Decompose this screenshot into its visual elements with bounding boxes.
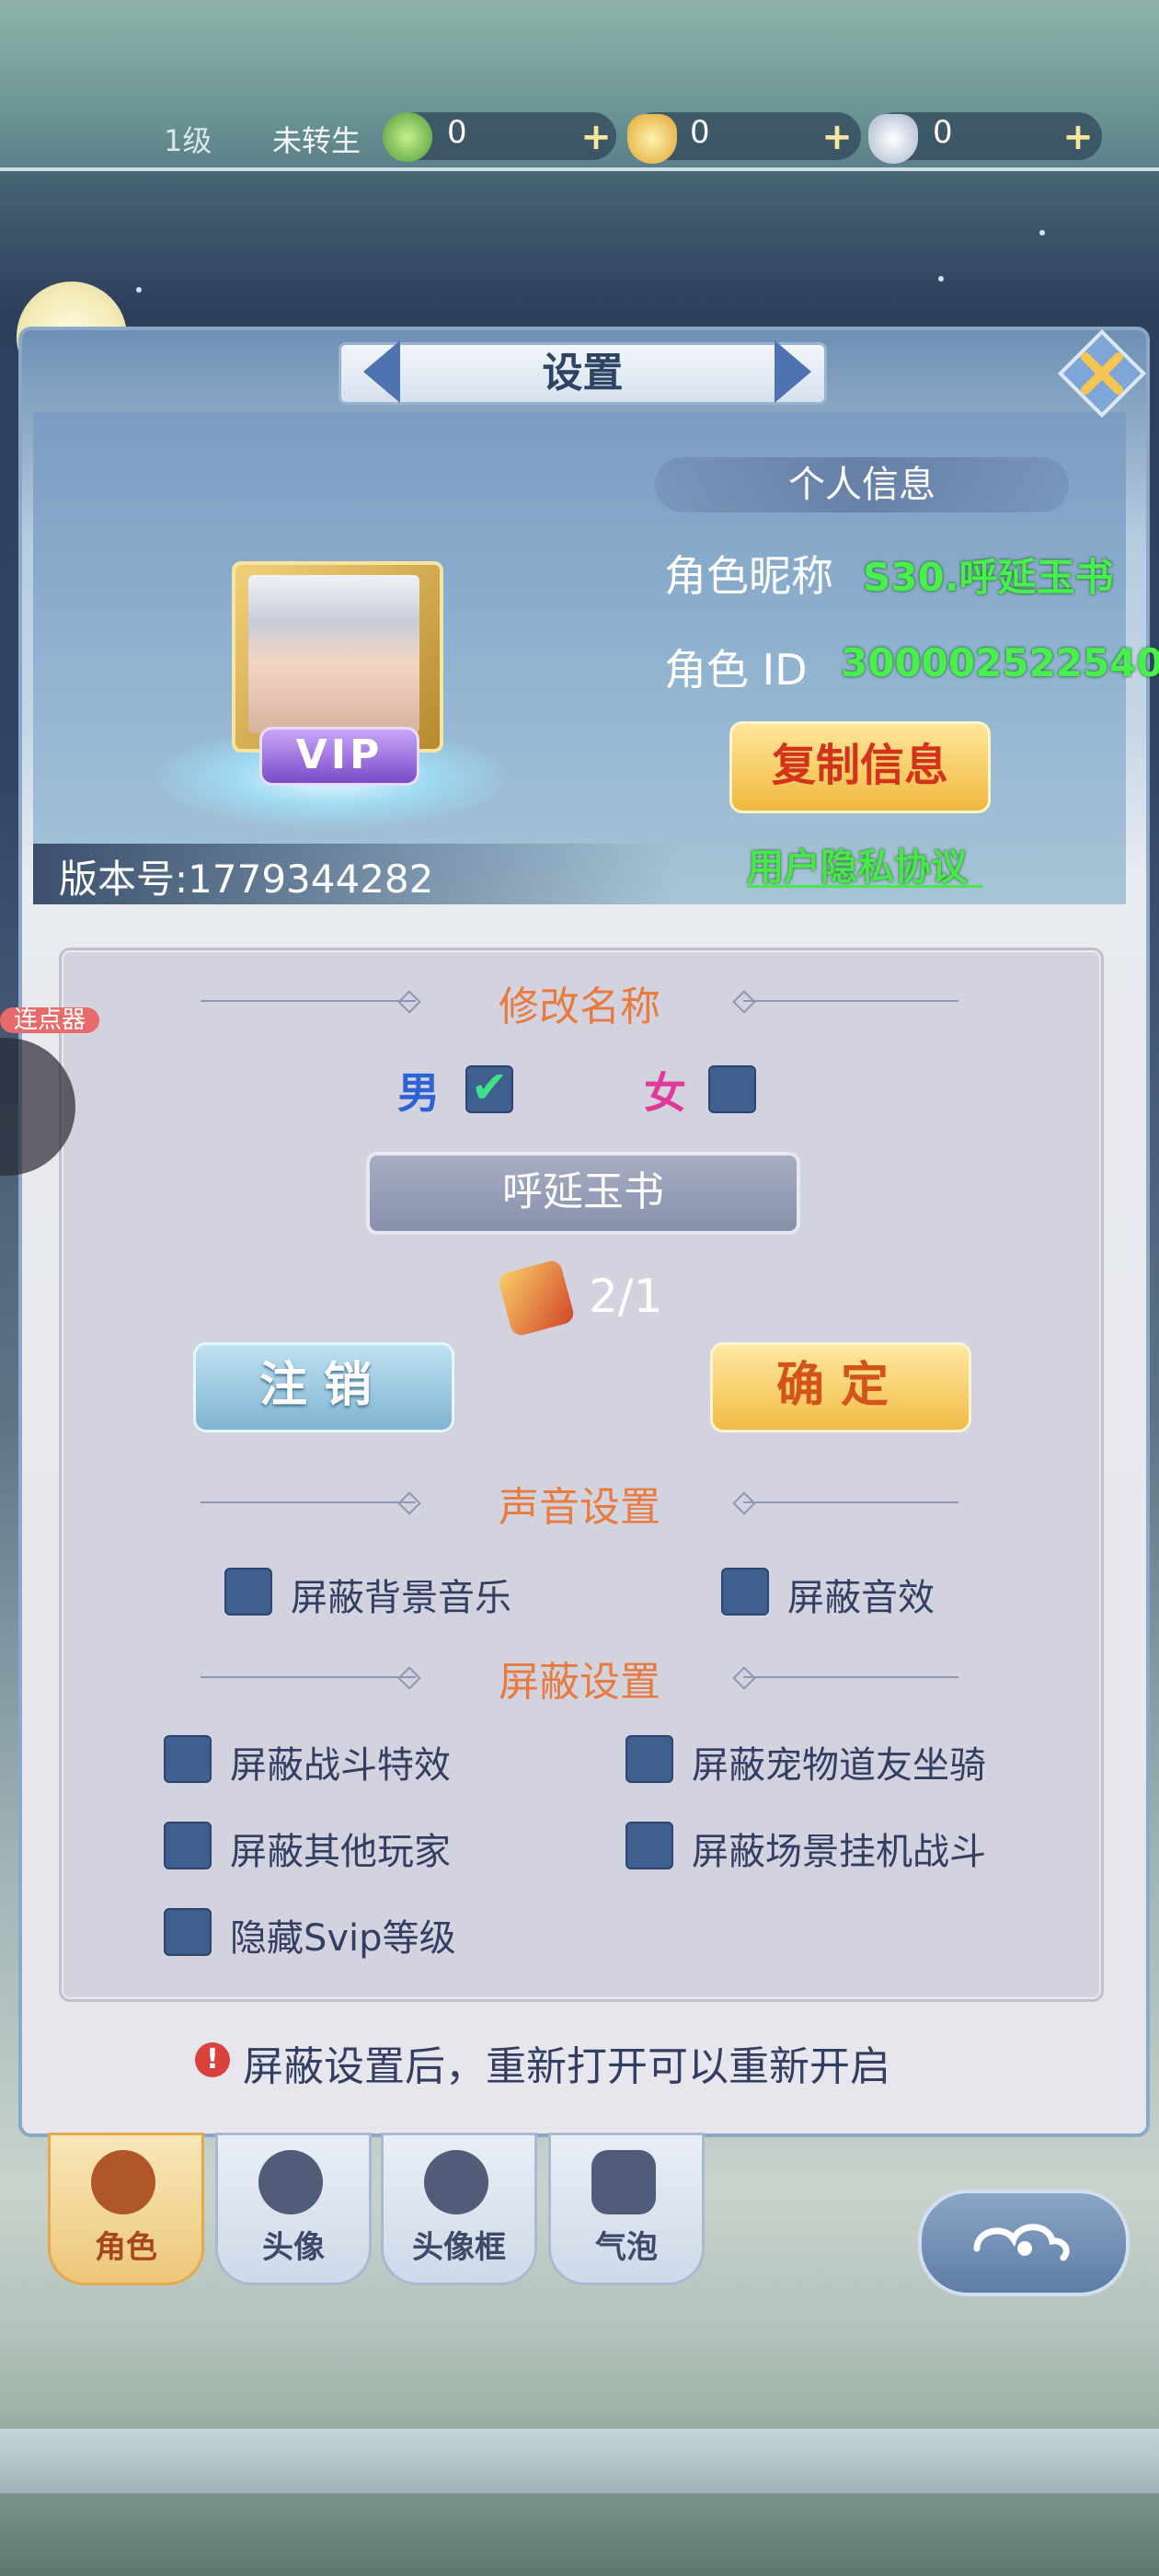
tab-label: 气泡 (595, 2229, 658, 2266)
gender-male-checkbox[interactable]: ✔ (465, 1065, 513, 1113)
mute-bgm-checkbox[interactable] (224, 1568, 272, 1616)
confirm-button[interactable]: 确定 (710, 1342, 971, 1432)
resource-silver-value: 0 (933, 114, 953, 151)
vip-badge: VIP (259, 727, 419, 786)
rename-section-title: 修改名称 (499, 983, 660, 1030)
check-icon: ✔ (471, 1062, 509, 1113)
logout-button[interactable]: 注销 (193, 1342, 454, 1432)
frame-icon (424, 2150, 488, 2214)
panel-title: 设置 (542, 350, 624, 397)
resource-gold-value: 0 (690, 114, 710, 151)
block-other-players-checkbox[interactable] (164, 1822, 212, 1869)
sound-section-title: 声音设置 (499, 1484, 660, 1531)
add-silver-button[interactable]: + (1061, 119, 1095, 155)
mute-sfx-checkbox[interactable] (721, 1568, 769, 1616)
mute-sfx-label: 屏蔽音效 (787, 1577, 935, 1619)
role-id-value: 30000252254000 (841, 640, 1159, 685)
cloud-menu-button[interactable] (918, 2190, 1130, 2296)
block-notice: 屏蔽设置后，重新打开可以重新开启 (243, 2043, 890, 2090)
block-idle-battle-label: 屏蔽场景挂机战斗 (692, 1831, 986, 1873)
topbar-divider (0, 167, 1159, 171)
block-section-title: 屏蔽设置 (499, 1659, 660, 1706)
rebirth-status: 未转生 (272, 123, 361, 158)
block-idle-battle-checkbox[interactable] (625, 1822, 673, 1869)
tab-bubble[interactable]: 气泡 (548, 2133, 705, 2285)
cloud-swirl-icon (973, 2224, 1070, 2261)
hide-svip-label: 隐藏Svip等级 (230, 1917, 456, 1960)
tab-avatar-frame[interactable]: 头像框 (381, 2133, 537, 2285)
tab-label: 头像 (262, 2229, 325, 2266)
nickname-value: S30.呼延玉书 (863, 555, 1114, 600)
profile-section-title: 个人信息 (788, 464, 935, 506)
nickname-label: 角色昵称 (664, 551, 833, 601)
resource-jade-value: 0 (447, 114, 467, 151)
star-decoration (1039, 230, 1045, 236)
gold-ingot-icon (627, 114, 677, 164)
tab-label: 头像框 (412, 2229, 506, 2266)
auto-clicker-label[interactable]: 连点器 (0, 1007, 99, 1033)
gender-male-label: 男 (397, 1068, 440, 1118)
hide-svip-checkbox[interactable] (164, 1908, 212, 1956)
jade-coin-icon (383, 112, 432, 162)
block-pets-mounts-checkbox[interactable] (625, 1735, 673, 1783)
gender-female-label: 女 (644, 1068, 686, 1118)
rename-count: 2/1 (589, 1270, 663, 1323)
tab-avatar[interactable]: 头像 (215, 2133, 372, 2285)
block-other-players-label: 屏蔽其他玩家 (230, 1831, 451, 1873)
add-gold-button[interactable]: + (820, 119, 854, 155)
tab-role[interactable]: 角色 (48, 2133, 204, 2285)
role-icon (91, 2150, 155, 2214)
player-level: 1级 (164, 123, 212, 158)
add-jade-button[interactable]: + (580, 119, 613, 155)
tab-label: 角色 (95, 2229, 157, 2266)
block-battle-effects-checkbox[interactable] (164, 1735, 212, 1783)
chat-bubble-icon (591, 2150, 656, 2214)
block-battle-effects-label: 屏蔽战斗特效 (230, 1744, 451, 1787)
mute-bgm-label: 屏蔽背景音乐 (291, 1577, 511, 1619)
portrait-icon (258, 2150, 323, 2214)
gender-female-checkbox[interactable] (708, 1065, 756, 1113)
close-icon[interactable] (1058, 329, 1146, 418)
copy-info-button[interactable]: 复制信息 (729, 721, 991, 813)
block-pets-mounts-label: 屏蔽宠物道友坐骑 (692, 1744, 986, 1787)
name-input[interactable]: 呼延玉书 (366, 1152, 800, 1235)
lake-background (0, 2429, 1159, 2493)
privacy-agreement-link[interactable]: 用户隐私协议 (747, 837, 968, 891)
star-decoration (136, 287, 142, 293)
version-number: 版本号:1779344282 (59, 857, 434, 902)
silver-ingot-icon (868, 114, 918, 164)
role-id-label: 角色 ID (664, 645, 808, 695)
privacy-underline (747, 885, 982, 888)
avatar[interactable] (248, 575, 419, 733)
warning-icon: ! (195, 2042, 230, 2077)
star-decoration (938, 276, 944, 282)
